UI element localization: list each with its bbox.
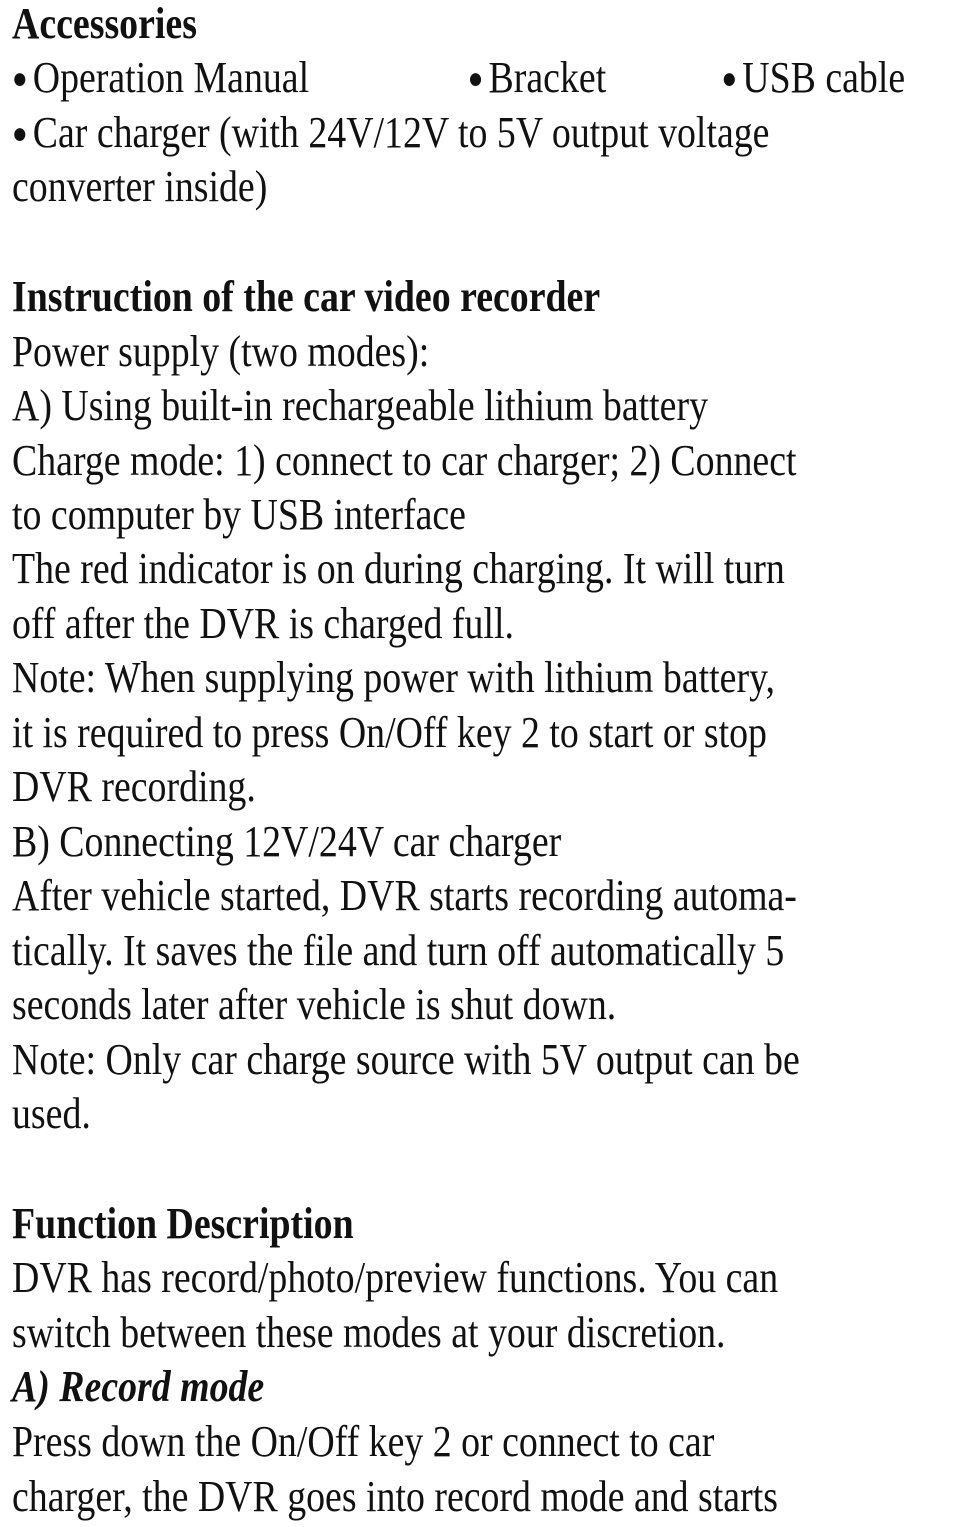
paragraph-line: off after the DVR is charged full. [12, 599, 514, 648]
bullet-icon: ● [12, 117, 28, 150]
accessory-item: ● Operation Manual [12, 53, 310, 102]
paragraph-line: Note: When supplying power with lithium … [12, 653, 775, 702]
accessory-item-charger: ● Car charger (with 24V/12V to 5V output … [12, 108, 770, 157]
paragraph-line: used. [12, 1089, 91, 1138]
accessories-items-row: ● Operation Manual ● Bracket ● USB cable [12, 56, 958, 100]
bullet-icon: ● [721, 62, 738, 95]
paragraph-line: Note: Only car charge source with 5V out… [12, 1035, 800, 1084]
paragraph-line: DVR recording. [12, 762, 256, 811]
section-heading-accessories: Accessories [12, 0, 197, 48]
paragraph-line: seconds later after vehicle is shut down… [12, 980, 617, 1029]
paragraph-line: it is required to press On/Off key 2 to … [12, 708, 767, 757]
paragraph-line: tically. It saves the file and turn off … [12, 926, 785, 975]
paragraph-line: charger, the DVR goes into record mode a… [12, 1472, 778, 1521]
paragraph-line: switch between these modes at your discr… [12, 1308, 726, 1357]
paragraph-line: DVR has record/photo/preview functions. … [12, 1253, 779, 1302]
paragraph-line: The red indicator is on during charging.… [12, 544, 785, 593]
accessory-item: ● USB cable [721, 53, 906, 102]
section-heading-function: Function Description [12, 1199, 354, 1248]
section-heading-instruction: Instruction of the car video recorder [12, 272, 601, 321]
bullet-icon: ● [467, 62, 484, 95]
paragraph-line: A) Using built-in rechargeable lithium b… [12, 381, 708, 430]
paragraph-line: After vehicle started, DVR starts record… [12, 871, 797, 920]
bullet-icon: ● [12, 62, 28, 95]
paragraph-line: Press down the On/Off key 2 or connect t… [12, 1417, 715, 1466]
paragraph-line: Charge mode: 1) connect to car charger; … [12, 436, 797, 485]
paragraph-line: to computer by USB interface [12, 490, 466, 539]
subheading-record-mode: A) Record mode [12, 1362, 265, 1411]
accessory-item-charger-cont: converter inside) [12, 162, 268, 211]
accessory-item: ● Bracket [467, 53, 607, 102]
paragraph-line: Power supply (two modes): [12, 327, 430, 376]
paragraph-line: B) Connecting 12V/24V car charger [12, 817, 562, 866]
